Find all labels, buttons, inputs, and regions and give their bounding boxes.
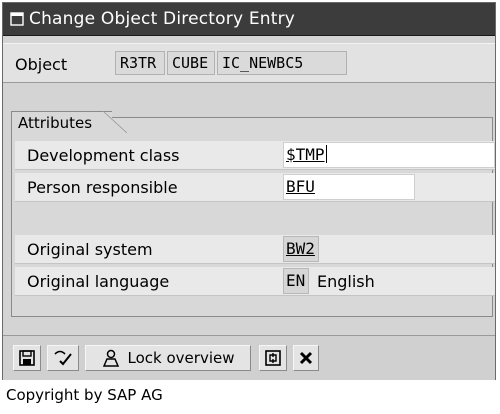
original-language-label: Original language [27,272,170,291]
original-system-row: Original system BW2 [15,235,495,264]
development-class-value: $TMP [286,145,325,164]
lock-overview-label: Lock overview [127,349,235,367]
save-button[interactable] [13,345,41,371]
object-name-field: IC_NEWBC5 [217,51,347,75]
copyright-caption: Copyright by SAP AG [6,386,163,404]
original-language-row: Original language EN English [15,267,495,296]
person-responsible-label: Person responsible [27,178,178,197]
original-language-code: EN [283,268,309,294]
object-type-field: CUBE [167,51,215,75]
cancel-button[interactable] [293,345,319,371]
text-cursor [325,145,327,163]
object-row: Object R3TR CUBE IC_NEWBC5 [3,43,495,83]
lock-overview-button[interactable]: Lock overview [85,345,251,371]
check-button[interactable] [47,345,79,371]
check-icon [52,349,74,367]
dialog-icon [9,11,25,27]
development-class-input[interactable]: $TMP [283,142,495,168]
person-responsible-value: BFU [286,177,315,196]
person-responsible-row: Person responsible BFU [15,173,495,202]
original-system-value: BW2 [286,239,315,258]
display-change-icon [264,349,282,367]
attributes-tab: Attributes [11,111,113,133]
original-language-name: English [317,272,375,291]
display-change-button[interactable] [259,345,287,371]
dialog-window: Change Object Directory Entry Object R3T… [2,2,496,380]
window-title: Change Object Directory Entry [29,9,296,29]
attributes-tab-edge [103,111,127,133]
object-label: Object [15,55,68,74]
save-icon [18,349,36,367]
user-lock-icon [102,349,122,367]
original-system-label: Original system [27,240,153,259]
cancel-icon [298,350,314,366]
button-bar: Lock overview [3,335,495,380]
title-bar: Change Object Directory Entry [3,3,495,36]
person-responsible-input[interactable]: BFU [283,174,415,200]
original-system-field: BW2 [283,236,319,262]
program-id-field: R3TR [115,51,165,75]
development-class-row: Development class $TMP [15,141,495,170]
development-class-label: Development class [27,146,180,165]
